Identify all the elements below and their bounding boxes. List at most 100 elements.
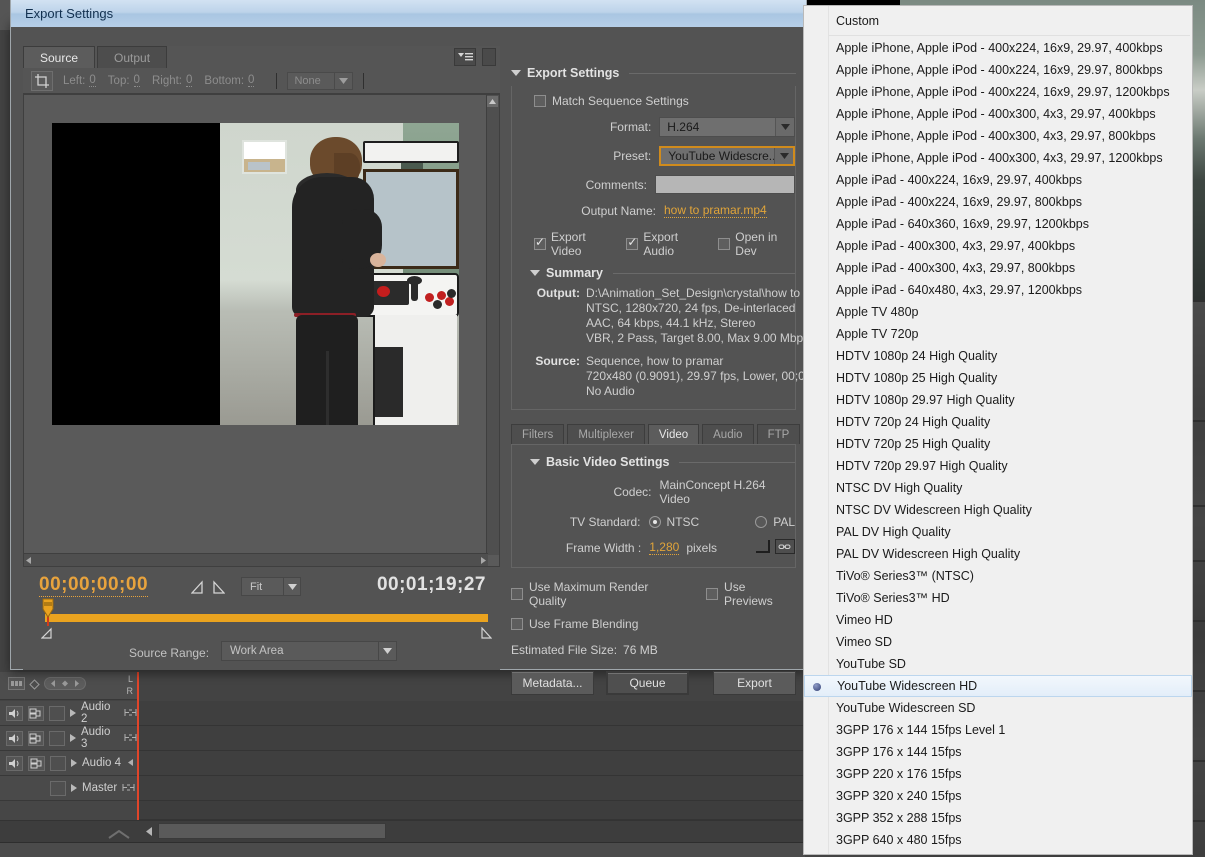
dropdown-item[interactable]: TiVo® Series3™ HD	[804, 587, 1192, 609]
frame-width-value[interactable]: 1,280	[649, 540, 679, 555]
expand-triangle-icon[interactable]	[71, 784, 77, 792]
scroll-up-arrow-icon[interactable]	[487, 96, 498, 107]
expand-triangle-icon[interactable]	[70, 734, 76, 742]
dropdown-item[interactable]: 3GPP 640 x 480 15fps	[804, 829, 1192, 851]
scroll-left-arrow-icon[interactable]	[142, 823, 156, 839]
track-output-icon[interactable]	[28, 731, 45, 746]
dropdown-item-selected[interactable]: YouTube Widescreen HD	[804, 675, 1192, 697]
scroll-left-arrow-icon[interactable]	[26, 551, 31, 569]
dropdown-item[interactable]: PAL DV High Quality	[804, 521, 1192, 543]
timeline-track-audio-3[interactable]: Audio 3	[0, 726, 137, 751]
out-point-marker-icon[interactable]	[480, 626, 492, 644]
dropdown-item[interactable]: HDTV 720p 24 High Quality	[804, 411, 1192, 433]
track-output-icon[interactable]	[28, 756, 45, 771]
in-point-marker-icon[interactable]	[41, 626, 53, 644]
track-lane[interactable]	[137, 751, 805, 776]
frame-blending-checkbox[interactable]	[511, 618, 523, 630]
dialog-titlebar[interactable]: Export Settings	[10, 0, 807, 27]
set-in-point-icon[interactable]	[191, 580, 204, 599]
tab-source[interactable]: Source	[23, 46, 95, 68]
zoom-level-dropdown[interactable]: Fit	[241, 577, 301, 596]
caret-down-icon[interactable]	[530, 459, 540, 465]
match-sequence-row[interactable]: Match Sequence Settings	[512, 94, 795, 108]
export-video-checkbox[interactable]	[534, 238, 546, 250]
dropdown-item[interactable]: 3GPP 220 x 176 15fps	[804, 763, 1192, 785]
link-chain-icon[interactable]	[775, 539, 795, 557]
dropdown-item[interactable]: Apple iPad - 400x300, 4x3, 29.97, 400kbp…	[804, 235, 1192, 257]
dropdown-item[interactable]: Apple iPhone, Apple iPod - 400x224, 16x9…	[804, 37, 1192, 59]
dropdown-item[interactable]: 3GPP 352 x 288 15fps	[804, 807, 1192, 829]
crop-left-value[interactable]: 0	[89, 74, 95, 87]
track-color-swatch[interactable]	[50, 781, 66, 796]
comments-input[interactable]	[655, 175, 795, 194]
tv-standard-pal-option[interactable]: PAL	[755, 515, 795, 529]
expand-triangle-icon[interactable]	[71, 759, 77, 767]
queue-button[interactable]: Queue	[606, 671, 689, 695]
dropdown-item[interactable]: 3GPP 320 x 240 15fps	[804, 785, 1192, 807]
metadata-button[interactable]: Metadata...	[511, 671, 594, 695]
crop-right-value[interactable]: 0	[186, 74, 192, 87]
dropdown-item[interactable]: HDTV 720p 29.97 High Quality	[804, 455, 1192, 477]
basic-video-settings-header[interactable]: Basic Video Settings	[530, 455, 795, 469]
caret-down-icon[interactable]	[530, 270, 540, 276]
export-audio-checkbox[interactable]	[626, 238, 638, 250]
source-range-dropdown[interactable]: Work Area	[221, 641, 397, 661]
dropdown-item[interactable]: Apple TV 480p	[804, 301, 1192, 323]
crop-icon[interactable]	[31, 71, 53, 91]
open-in-device-checkbox[interactable]	[718, 238, 730, 250]
speaker-icon[interactable]	[6, 731, 23, 746]
format-dropdown[interactable]: H.264	[659, 117, 795, 137]
dropdown-item[interactable]: Apple iPhone, Apple iPod - 400x300, 4x3,…	[804, 147, 1192, 169]
tab-video[interactable]: Video	[648, 424, 699, 444]
crop-top-value[interactable]: 0	[134, 74, 140, 87]
export-video-toggle[interactable]: Export Video	[534, 230, 612, 258]
dropdown-item[interactable]: Apple iPad - 640x360, 16x9, 29.97, 1200k…	[804, 213, 1192, 235]
dropdown-item[interactable]: NTSC DV Widescreen High Quality	[804, 499, 1192, 521]
dropdown-item[interactable]: TiVo® Series3™ (NTSC)	[804, 565, 1192, 587]
timeline-horizontal-scrollbar[interactable]	[158, 823, 386, 839]
playhead-handle-icon[interactable]	[39, 598, 57, 620]
tab-ftp[interactable]: FTP	[757, 424, 801, 444]
caret-down-icon[interactable]	[511, 70, 521, 76]
max-render-quality-checkbox[interactable]	[511, 588, 523, 600]
speaker-icon[interactable]	[6, 756, 23, 771]
track-color-swatch[interactable]	[50, 756, 66, 771]
export-audio-toggle[interactable]: Export Audio	[626, 230, 704, 258]
export-button[interactable]: Export	[713, 671, 796, 695]
tab-output[interactable]: Output	[97, 46, 167, 68]
tv-standard-ntsc-option[interactable]: NTSC	[649, 515, 700, 529]
current-timecode[interactable]: 00;00;00;00	[39, 574, 148, 597]
viewer-vertical-scrollbar[interactable]	[486, 95, 499, 555]
use-previews-checkbox[interactable]	[706, 588, 718, 600]
timeline-track-audio-2[interactable]: Audio 2	[0, 701, 137, 726]
timeline-track-master[interactable]: Master	[0, 776, 137, 801]
set-out-point-icon[interactable]	[212, 580, 225, 599]
dropdown-item[interactable]: NTSC DV High Quality	[804, 477, 1192, 499]
dropdown-item[interactable]: Vimeo SD	[804, 631, 1192, 653]
preset-dropdown[interactable]: YouTube Widescre...	[659, 146, 795, 166]
track-lane[interactable]	[137, 701, 805, 726]
dropdown-item[interactable]: PAL DV Widescreen High Quality	[804, 543, 1192, 565]
crop-aspect-dropdown[interactable]: None	[287, 72, 353, 90]
track-color-swatch[interactable]	[49, 731, 65, 746]
dropdown-item[interactable]: HDTV 1080p 25 High Quality	[804, 367, 1192, 389]
expand-triangle-icon[interactable]	[70, 709, 76, 717]
dropdown-item[interactable]: Apple iPhone, Apple iPod - 400x224, 16x9…	[804, 59, 1192, 81]
dropdown-item[interactable]: Apple iPad - 400x224, 16x9, 29.97, 800kb…	[804, 191, 1192, 213]
keyframe-nav-group[interactable]	[44, 677, 86, 695]
track-color-swatch[interactable]	[49, 706, 65, 721]
open-in-device-toggle[interactable]: Open in Dev	[718, 230, 795, 258]
viewer-horizontal-scrollbar[interactable]	[24, 553, 488, 566]
dropdown-item[interactable]: YouTube Widescreen SD	[804, 697, 1192, 719]
timeline-playhead[interactable]	[137, 672, 139, 820]
dropdown-item[interactable]: YouTube SD	[804, 653, 1192, 675]
output-name-link[interactable]: how to pramar.mp4	[664, 203, 767, 218]
dropdown-item[interactable]: HDTV 1080p 29.97 High Quality	[804, 389, 1192, 411]
dropdown-item[interactable]: Apple iPad - 400x300, 4x3, 29.97, 800kbp…	[804, 257, 1192, 279]
track-lane[interactable]	[137, 776, 805, 801]
pal-radio[interactable]	[755, 516, 767, 528]
dropdown-item[interactable]: Apple iPad - 400x224, 16x9, 29.97, 400kb…	[804, 169, 1192, 191]
tab-audio[interactable]: Audio	[702, 424, 753, 444]
dropdown-item[interactable]: Apple iPhone, Apple iPod - 400x300, 4x3,…	[804, 103, 1192, 125]
dropdown-item[interactable]: HDTV 1080p 24 High Quality	[804, 345, 1192, 367]
